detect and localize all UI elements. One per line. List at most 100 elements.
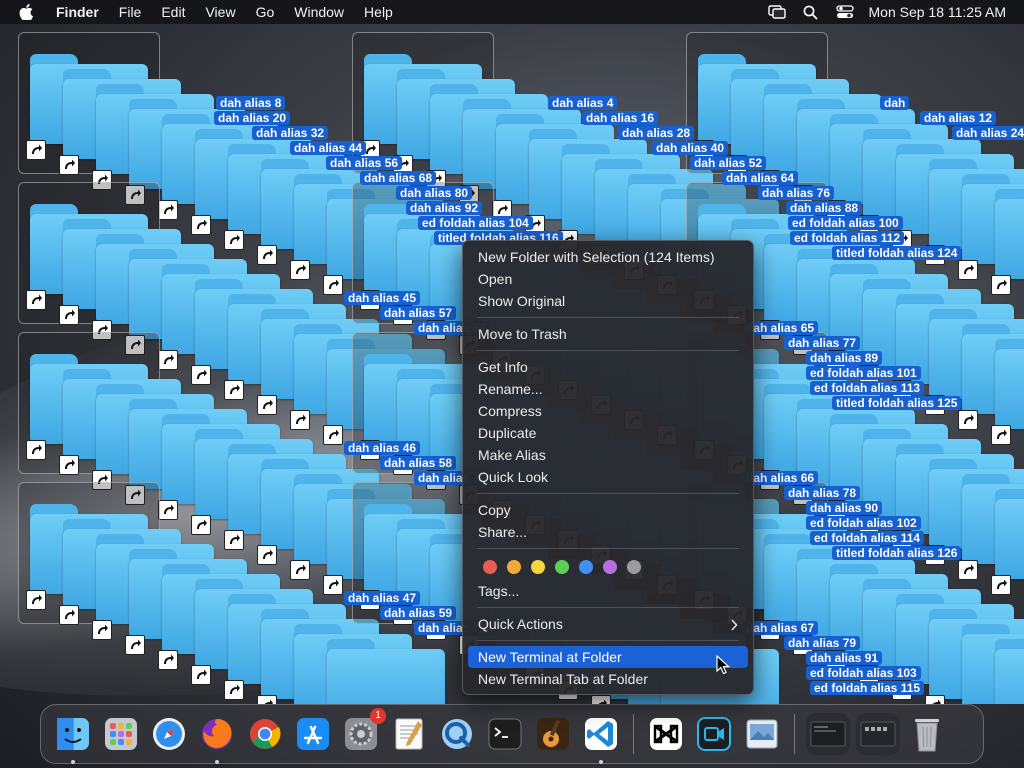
menu-app-name[interactable]: Finder [46,0,109,24]
menu-file[interactable]: File [109,0,152,24]
alias-folder-label[interactable]: ed foldah alias 101 [806,366,921,380]
alias-folder-label[interactable]: dah alias 76 [758,186,835,200]
alias-folder-label[interactable]: dah alias 64 [722,171,799,185]
alias-folder-label[interactable]: ed foldah alias 103 [806,666,921,680]
alias-folder-label[interactable]: ed foldah alias 112 [790,231,905,245]
terminal-icon[interactable] [484,713,526,755]
menu-new-terminal-tab-at-folder[interactable]: New Terminal Tab at Folder [468,668,748,690]
alias-folder-icon[interactable] [995,639,1024,704]
alias-folder-label[interactable]: dah alias 4 [548,96,618,110]
alias-folder-label[interactable]: dah alias 91 [806,651,883,665]
tag-color-dot[interactable] [483,560,497,574]
alias-folder-label[interactable]: dah alias 77 [784,336,861,350]
alias-folder-label[interactable]: dah alias 44 [290,141,367,155]
vscode-icon[interactable] [580,713,622,764]
alias-folder-label[interactable]: ed foldah alias 102 [806,516,921,530]
alias-folder-label[interactable]: ed foldah alias 100 [788,216,903,230]
alias-folder-label[interactable]: dah alias 92 [406,201,483,215]
alias-folder-label[interactable]: dah alias 47 [344,591,421,605]
alias-folder-label[interactable]: titled foldah alias 124 [832,246,962,260]
tag-color-dot[interactable] [627,560,641,574]
menu-move-to-trash[interactable]: Move to Trash [468,323,748,345]
capcut-icon[interactable] [645,713,687,755]
alias-folder-label[interactable]: dah alias 58 [380,456,457,470]
alias-folder-label[interactable]: dah alias 57 [380,306,457,320]
alias-folder-label[interactable]: dah alias 12 [920,111,997,125]
alias-folder-label[interactable]: dah alias 88 [786,201,863,215]
launchpad-icon[interactable] [100,713,142,755]
dock-minimized-window[interactable] [806,713,850,755]
finder-icon[interactable] [52,713,94,764]
alias-folder-label[interactable]: dah alias 52 [690,156,767,170]
alias-folder-label[interactable]: titled foldah alias 126 [832,546,962,560]
screen-mirroring-icon[interactable] [767,4,787,20]
alias-folder-label[interactable]: ed foldah alias 104 [418,216,533,230]
safari-icon[interactable] [148,713,190,755]
menu-tags[interactable]: Tags... [468,580,748,602]
alias-folder-label[interactable]: dah alias 68 [360,171,437,185]
menu-new-terminal-at-folder[interactable]: New Terminal at Folder [468,646,748,668]
alias-folder-label[interactable]: ed foldah alias 114 [810,531,925,545]
alias-folder-label[interactable]: titled foldah alias 125 [832,396,962,410]
textedit-icon[interactable] [388,713,430,755]
alias-folder-label[interactable]: dah alias 59 [380,606,457,620]
tag-color-dot[interactable] [531,560,545,574]
tag-color-dot[interactable] [579,560,593,574]
menu-duplicate[interactable]: Duplicate [468,422,748,444]
alias-folder-label[interactable]: ed foldah alias 115 [810,681,925,695]
menu-rename[interactable]: Rename... [468,378,748,400]
garageband-icon[interactable] [532,713,574,755]
alias-folder-label[interactable]: dah alias 78 [784,486,861,500]
firefox-icon[interactable] [196,713,238,764]
alias-folder-label[interactable]: dah alias 20 [214,111,291,125]
alias-folder-icon[interactable] [995,339,1024,429]
alias-folder-label[interactable]: dah alias 90 [806,501,883,515]
streamlabs-icon[interactable] [693,713,735,755]
alias-folder-label[interactable]: dah [880,96,910,110]
menu-copy[interactable]: Copy [468,499,748,521]
dock-minimized-window[interactable] [856,713,900,755]
alias-folder-icon[interactable] [995,489,1024,579]
alias-folder-label[interactable]: dah alias 32 [252,126,329,140]
alias-folder-label[interactable]: dah alias 28 [618,126,695,140]
alias-folder-icon[interactable] [327,639,445,704]
control-center-icon[interactable] [835,4,855,20]
menu-window[interactable]: Window [284,0,354,24]
apple-icon[interactable] [18,4,34,20]
menu-edit[interactable]: Edit [151,0,195,24]
preview-icon[interactable] [741,713,783,755]
app-store-icon[interactable] [292,713,334,755]
menu-view[interactable]: View [195,0,245,24]
alias-folder-label[interactable]: dah alias 40 [652,141,729,155]
quicktime-icon[interactable] [436,713,478,755]
alias-folder-label[interactable]: dah alias 16 [582,111,659,125]
system-settings-icon[interactable]: 1 [340,708,386,755]
menu-show-original[interactable]: Show Original [468,290,748,312]
trash-icon[interactable] [906,713,948,755]
menu-new-folder-with-selection[interactable]: New Folder with Selection (124 Items) [468,246,748,268]
tag-color-dot[interactable] [507,560,521,574]
alias-folder-icon[interactable] [995,189,1024,279]
tag-color-dot[interactable] [603,560,617,574]
chrome-icon[interactable] [244,713,286,755]
menu-get-info[interactable]: Get Info [468,356,748,378]
alias-folder-label[interactable]: dah alias 46 [344,441,421,455]
alias-folder-label[interactable]: dah alias 80 [396,186,473,200]
alias-folder-label[interactable]: dah alias 24 [952,126,1024,140]
alias-folder-label[interactable]: dah alias 79 [784,636,861,650]
menu-go[interactable]: Go [246,0,285,24]
tag-color-dot[interactable] [555,560,569,574]
alias-folder-label[interactable]: dah alias 56 [326,156,403,170]
menu-make-alias[interactable]: Make Alias [468,444,748,466]
menu-share[interactable]: Share... [468,521,748,543]
menu-quick-look[interactable]: Quick Look [468,466,748,488]
alias-folder-label[interactable]: dah alias 8 [216,96,286,110]
alias-folder-label[interactable]: dah alias 89 [806,351,883,365]
menu-bar-clock[interactable]: Mon Sep 18 11:25 AM [869,4,1007,20]
menu-open[interactable]: Open [468,268,748,290]
spotlight-search-icon[interactable] [801,4,821,20]
menu-help[interactable]: Help [354,0,403,24]
menu-compress[interactable]: Compress [468,400,748,422]
menu-quick-actions[interactable]: Quick Actions [468,613,748,635]
alias-folder-label[interactable]: ed foldah alias 113 [810,381,925,395]
